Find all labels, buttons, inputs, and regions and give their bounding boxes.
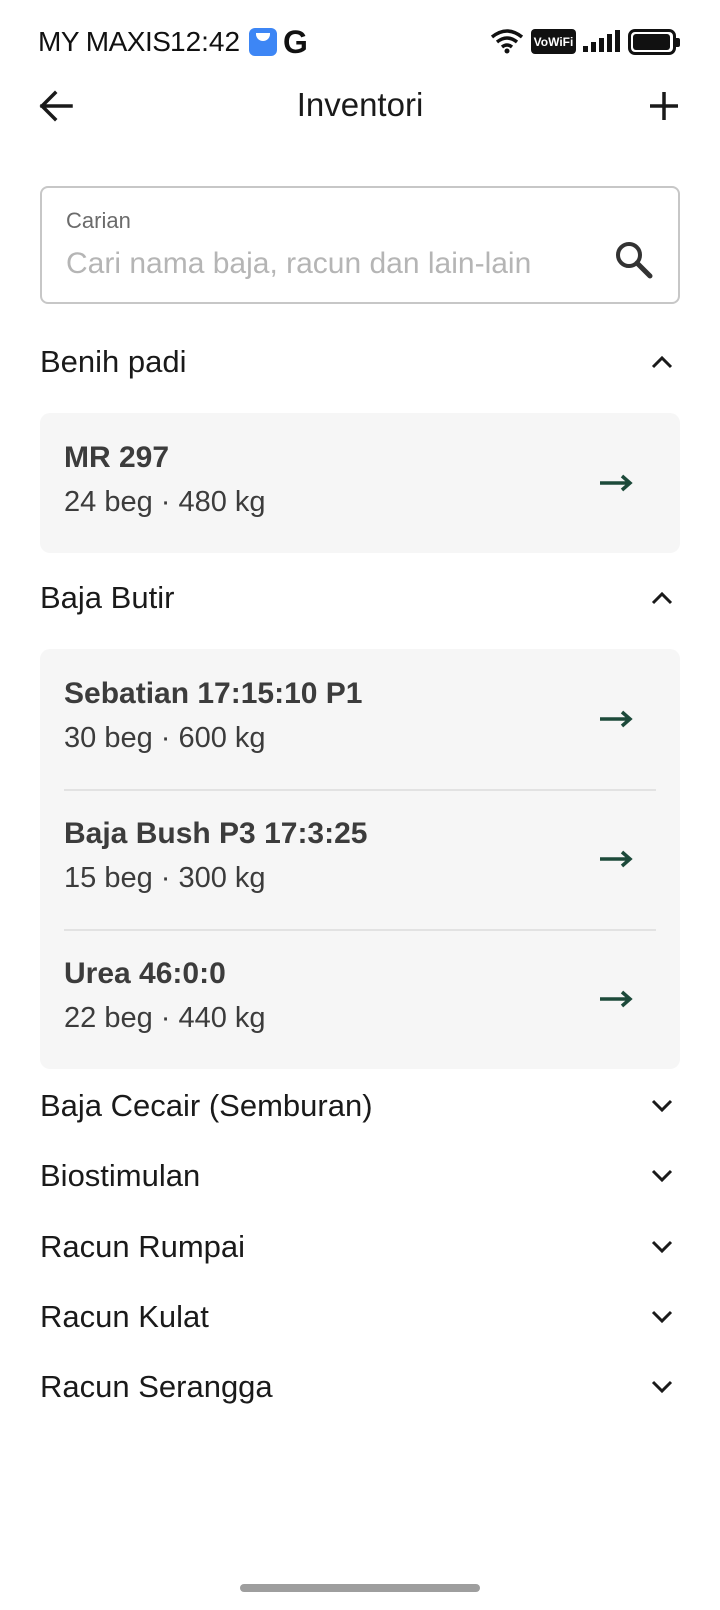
add-item-button[interactable] <box>642 84 686 128</box>
item-name: Baja Bush P3 17:3:25 <box>64 817 368 850</box>
arrow-right-icon <box>600 474 633 492</box>
section-title: Baja Butir <box>40 580 175 615</box>
list-item[interactable]: Sebatian 17:15:10 P1 30 beg · 600 kg <box>40 649 680 789</box>
section-title: Benih padi <box>40 344 187 379</box>
status-bar: MY MAXIS 12:42 G VoWiFi <box>0 0 720 84</box>
chevron-up-icon[interactable] <box>642 342 682 382</box>
arrow-right-icon <box>600 990 633 1008</box>
app-notification-icon <box>249 28 277 56</box>
section-title: Racun Kulat <box>40 1299 209 1334</box>
search-icon[interactable] <box>614 240 654 280</box>
section-title: Racun Serangga <box>40 1369 273 1404</box>
section-header-benih-padi[interactable]: Benih padi <box>40 332 680 392</box>
arrow-right-icon <box>600 850 633 868</box>
status-time: 12:42 <box>170 26 241 57</box>
list-item[interactable]: Urea 46:0:0 22 beg · 440 kg <box>40 929 680 1069</box>
google-icon: G <box>283 24 308 60</box>
section-title: Baja Cecair (Semburan) <box>40 1088 373 1123</box>
search-label: Carian <box>66 208 131 233</box>
item-open-button[interactable] <box>596 465 636 501</box>
item-quantity: 24 beg · 480 kg <box>64 486 266 518</box>
battery-icon <box>628 29 680 55</box>
item-quantity: 15 beg · 300 kg <box>64 862 266 894</box>
chevron-down-icon[interactable] <box>642 1156 682 1196</box>
arrow-right-icon <box>600 710 633 728</box>
list-item[interactable]: MR 297 24 beg · 480 kg <box>40 413 680 553</box>
section-card-baja-butir: Sebatian 17:15:10 P1 30 beg · 600 kg Baj… <box>40 649 680 1069</box>
item-quantity: 22 beg · 440 kg <box>64 1002 266 1034</box>
plus-icon <box>650 92 678 120</box>
section-header-baja-butir[interactable]: Baja Butir <box>40 568 680 628</box>
item-open-button[interactable] <box>596 981 636 1017</box>
chevron-down-icon[interactable] <box>642 1367 682 1407</box>
chevron-up-icon[interactable] <box>642 578 682 618</box>
list-item[interactable]: Baja Bush P3 17:3:25 15 beg · 300 kg <box>40 789 680 929</box>
carrier-name: MY MAXIS <box>38 26 171 57</box>
section-header-racun-rumpai[interactable]: Racun Rumpai <box>40 1217 680 1277</box>
item-name: MR 297 <box>64 441 170 474</box>
section-header-racun-kulat[interactable]: Racun Kulat <box>40 1287 680 1347</box>
chevron-down-icon[interactable] <box>642 1227 682 1267</box>
item-name: Urea 46:0:0 <box>64 957 226 990</box>
home-indicator[interactable] <box>240 1584 480 1592</box>
search-field[interactable]: Carian <box>40 186 680 304</box>
item-quantity: 30 beg · 600 kg <box>64 722 266 754</box>
item-name: Sebatian 17:15:10 P1 <box>64 677 363 710</box>
item-open-button[interactable] <box>596 841 636 877</box>
chevron-down-icon[interactable] <box>642 1297 682 1337</box>
signal-icon <box>583 30 620 52</box>
item-open-button[interactable] <box>596 701 636 737</box>
section-title: Biostimulan <box>40 1158 201 1193</box>
section-header-baja-cecair[interactable]: Baja Cecair (Semburan) <box>40 1076 680 1136</box>
vowifi-icon: VoWiFi <box>531 29 576 54</box>
section-title: Racun Rumpai <box>40 1229 246 1264</box>
search-input[interactable] <box>66 242 586 286</box>
section-card-benih-padi: MR 297 24 beg · 480 kg <box>40 413 680 553</box>
chevron-down-icon[interactable] <box>642 1086 682 1126</box>
wifi-icon <box>490 29 524 54</box>
section-header-racun-serangga[interactable]: Racun Serangga <box>40 1357 680 1417</box>
section-header-biostimulan[interactable]: Biostimulan <box>40 1146 680 1206</box>
page-title: Inventori <box>296 86 424 123</box>
inventory-screen: MY MAXIS 12:42 G VoWiFi Inventori Carian… <box>0 0 720 1610</box>
